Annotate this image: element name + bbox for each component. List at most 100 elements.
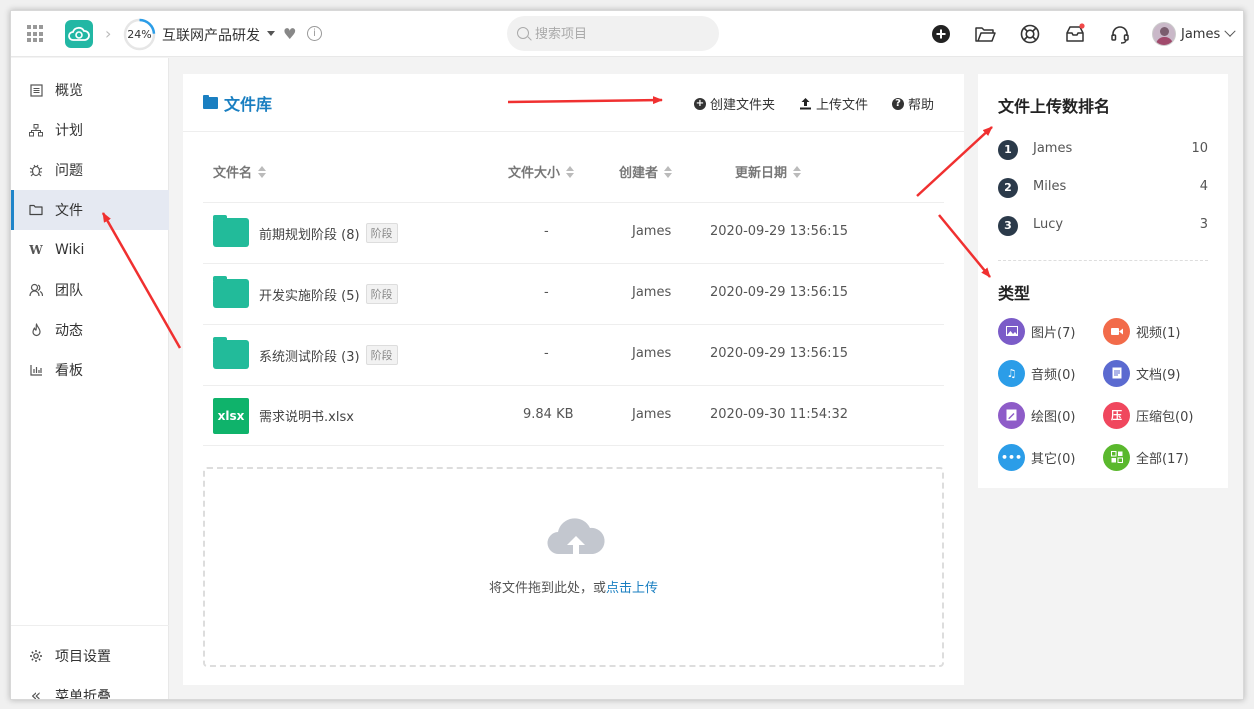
inbox-notification-icon[interactable] <box>1064 23 1086 45</box>
all-icon <box>1103 443 1130 471</box>
sidebar-item-label: 动态 <box>55 323 83 339</box>
create-folder-button[interactable]: + 创建文件夹 <box>693 94 775 113</box>
type-filter-image[interactable]: 图片(7) <box>998 317 1108 345</box>
column-header-date[interactable]: 更新日期 <box>735 162 802 181</box>
plus-circle-icon: + <box>693 97 706 110</box>
chevron-down-icon <box>1224 25 1236 37</box>
sidebar-item-files[interactable]: 文件 <box>11 190 169 230</box>
sidebar: 概览 计划 问题 文件 W Wiki 团队 动态 看板 项目设置 « 菜单折叠 <box>11 58 169 699</box>
file-library-panel: 文件库 + 创建文件夹 上传文件 ? 帮助 文件名 文件大小 创建者 更新日期 … <box>183 74 964 685</box>
sidebar-footer: 项目设置 « 菜单折叠 <box>11 625 169 699</box>
image-icon <box>998 317 1025 345</box>
app-logo[interactable] <box>65 20 93 48</box>
type-label: 视频(1) <box>1136 325 1181 341</box>
rank-count: 10 <box>1191 141 1208 156</box>
ranking-item: 1 James 10 <box>998 139 1208 160</box>
collapse-menu-button[interactable]: « 菜单折叠 <box>11 676 169 699</box>
audio-icon: ♫ <box>998 359 1025 387</box>
click-upload-link[interactable]: 点击上传 <box>606 581 658 596</box>
project-dropdown-caret-icon[interactable] <box>267 31 275 36</box>
file-size: 9.84 KB <box>523 407 574 422</box>
table-row[interactable]: 前期规划阶段 (8) 阶段 - James 2020-09-29 13:56:15 <box>203 202 944 263</box>
upload-file-button[interactable]: 上传文件 <box>799 94 868 113</box>
bug-icon <box>29 163 43 177</box>
type-filter-video[interactable]: 视频(1) <box>1103 317 1213 345</box>
search-icon <box>517 27 529 39</box>
file-name[interactable]: 需求说明书.xlsx <box>259 406 354 425</box>
sidebar-item-label: 团队 <box>55 283 83 299</box>
table-row[interactable]: xlsx 需求说明书.xlsx 9.84 KB James 2020-09-30… <box>203 385 944 446</box>
progress-text: 24% <box>127 28 152 41</box>
file-creator: James <box>632 407 672 422</box>
dropzone-text: 将文件拖到此处，或点击上传 <box>205 577 942 596</box>
column-header-label: 文件大小 <box>508 166 561 181</box>
stage-badge: 阶段 <box>365 284 398 304</box>
rank-number: 3 <box>998 216 1018 236</box>
column-header-creator[interactable]: 创建者 <box>619 162 673 181</box>
add-icon[interactable] <box>930 23 952 45</box>
user-menu[interactable]: James <box>1152 21 1236 47</box>
sidebar-item-activity[interactable]: 动态 <box>11 310 169 350</box>
help-button[interactable]: ? 帮助 <box>891 94 934 113</box>
rank-user-name: Lucy <box>1033 217 1064 232</box>
folder-icon <box>29 203 43 217</box>
sidebar-item-team[interactable]: 团队 <box>11 270 169 310</box>
column-header-size[interactable]: 文件大小 <box>508 162 575 181</box>
xlsx-file-icon: xlsx <box>213 398 249 434</box>
type-filter-audio[interactable]: ♫ 音频(0) <box>998 359 1108 387</box>
type-label: 其它(0) <box>1031 451 1076 467</box>
search-box[interactable] <box>507 16 719 51</box>
folder-icon <box>213 337 249 369</box>
file-name[interactable]: 系统测试阶段 (3) <box>259 346 360 365</box>
sort-icon <box>258 165 267 178</box>
upload-file-label: 上传文件 <box>815 98 868 113</box>
overview-icon <box>29 83 43 97</box>
ranking-item: 3 Lucy 3 <box>998 215 1208 236</box>
sidebar-item-kanban[interactable]: 看板 <box>11 350 169 390</box>
document-icon <box>1103 359 1130 387</box>
cloud-upload-icon <box>547 518 605 555</box>
rank-count: 4 <box>1199 179 1208 194</box>
upload-dropzone[interactable]: 将文件拖到此处，或点击上传 <box>203 467 944 667</box>
activity-icon <box>29 323 43 337</box>
other-icon: ••• <box>998 443 1025 471</box>
folder-icon <box>203 95 218 109</box>
table-row[interactable]: 开发实施阶段 (5) 阶段 - James 2020-09-29 13:56:15 <box>203 263 944 324</box>
type-filter-all[interactable]: 全部(17) <box>1103 443 1213 471</box>
plan-icon <box>29 123 43 137</box>
column-header-label: 文件名 <box>213 166 253 181</box>
project-settings-label: 项目设置 <box>55 649 111 665</box>
type-label: 全部(17) <box>1136 451 1189 467</box>
create-folder-label: 创建文件夹 <box>709 98 775 113</box>
info-icon[interactable]: i <box>307 26 322 41</box>
breadcrumb-chevron-icon: › <box>105 24 112 43</box>
rank-number: 2 <box>998 178 1018 198</box>
sidebar-item-wiki[interactable]: W Wiki <box>11 230 169 270</box>
question-circle-icon: ? <box>891 97 904 110</box>
table-row[interactable]: 系统测试阶段 (3) 阶段 - James 2020-09-29 13:56:15 <box>203 324 944 385</box>
headset-support-icon[interactable] <box>1109 23 1131 45</box>
folder-open-icon[interactable] <box>974 23 996 45</box>
type-filter-drawing[interactable]: 绘图(0) <box>998 401 1108 429</box>
favorite-heart-icon[interactable]: ♥ <box>283 25 296 43</box>
user-name: James <box>1181 26 1221 42</box>
project-name[interactable]: 互联网产品研发 <box>162 25 260 45</box>
divider <box>998 260 1208 261</box>
app-grid-icon[interactable] <box>27 25 45 43</box>
ranking-item: 2 Miles 4 <box>998 177 1208 198</box>
rank-count: 3 <box>1199 217 1208 232</box>
type-filter-archive[interactable]: 压 压缩包(0) <box>1103 401 1213 429</box>
sidebar-item-label: 文件 <box>55 203 83 219</box>
search-input[interactable] <box>535 24 705 44</box>
file-size: - <box>544 285 549 300</box>
sidebar-item-overview[interactable]: 概览 <box>11 70 169 110</box>
sidebar-item-plan[interactable]: 计划 <box>11 110 169 150</box>
sidebar-item-issues[interactable]: 问题 <box>11 150 169 190</box>
type-filter-other[interactable]: ••• 其它(0) <box>998 443 1108 471</box>
file-name[interactable]: 前期规划阶段 (8) <box>259 224 360 243</box>
help-lifebuoy-icon[interactable] <box>1019 23 1041 45</box>
type-filter-document[interactable]: 文档(9) <box>1103 359 1213 387</box>
column-header-name[interactable]: 文件名 <box>213 162 267 181</box>
project-settings-button[interactable]: 项目设置 <box>11 636 169 676</box>
file-name[interactable]: 开发实施阶段 (5) <box>259 285 360 304</box>
